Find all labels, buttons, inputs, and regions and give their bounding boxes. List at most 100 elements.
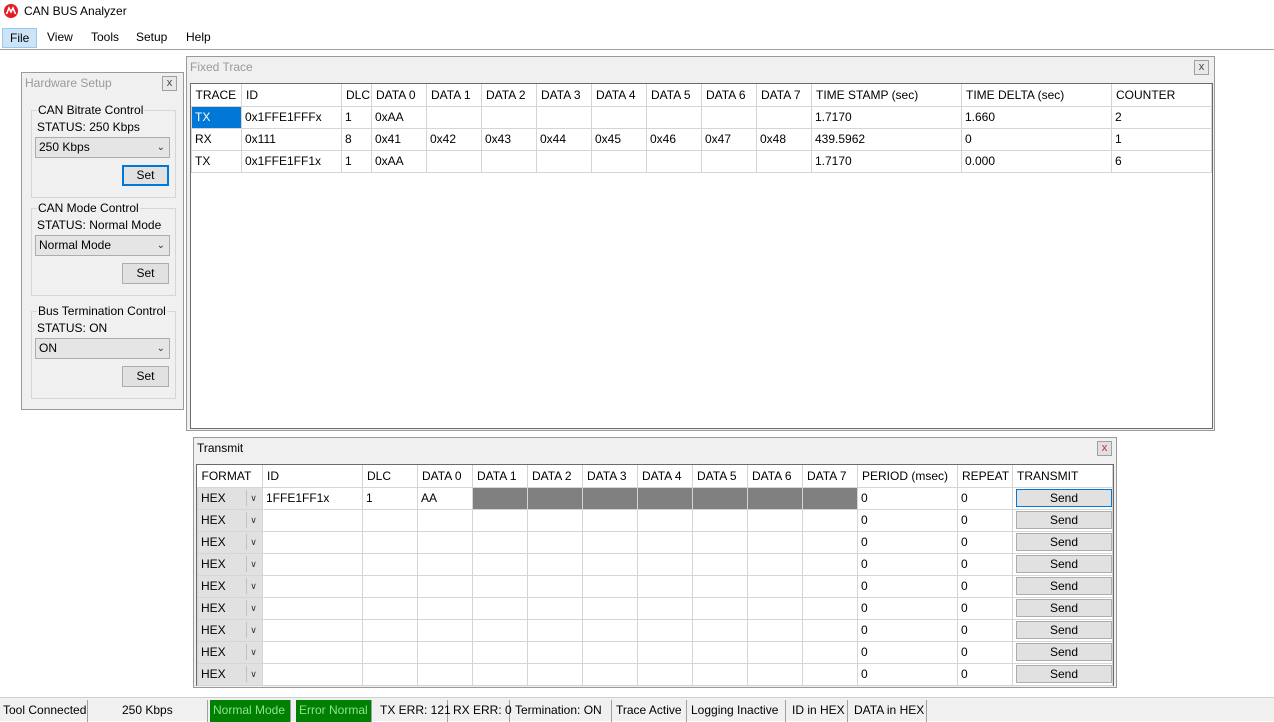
data-byte-input[interactable] [802, 640, 858, 664]
period-input[interactable]: 0 [857, 574, 958, 598]
period-input[interactable]: 0 [857, 618, 958, 642]
data-byte-input[interactable] [747, 640, 803, 664]
mode-set-button[interactable]: Set [122, 263, 169, 284]
period-input[interactable]: 0 [857, 662, 958, 686]
data-byte-input[interactable] [582, 640, 638, 664]
data-byte-input[interactable] [527, 662, 583, 686]
data-byte-input[interactable] [802, 574, 858, 598]
repeat-input[interactable]: 0 [957, 640, 1013, 664]
data-byte-input[interactable] [802, 662, 858, 686]
data-byte-input[interactable] [747, 596, 803, 620]
menu-help[interactable]: Help [179, 28, 218, 48]
data-byte-input[interactable] [692, 618, 748, 642]
format-select[interactable]: HEX ∨ [197, 640, 263, 664]
trace-column-header[interactable]: DATA 1 [426, 84, 482, 106]
dlc-input[interactable] [362, 552, 418, 576]
dlc-input[interactable] [362, 618, 418, 642]
period-input[interactable]: 0 [857, 486, 958, 510]
trace-table[interactable]: TRACE ID DLC DATA 0 DATA 1 DATA 2 DATA 3 DATA 4… [190, 83, 1213, 429]
data-byte-input[interactable] [417, 662, 473, 686]
data-byte-input[interactable] [692, 574, 748, 598]
data-byte-input[interactable] [802, 486, 858, 510]
data-byte-input[interactable] [582, 486, 638, 510]
data-byte-input[interactable] [417, 508, 473, 532]
trace-column-header[interactable]: ID [241, 84, 342, 106]
trace-column-header[interactable]: DATA 0 [371, 84, 427, 106]
id-input[interactable] [262, 640, 363, 664]
data-byte-input[interactable] [747, 486, 803, 510]
data-byte-input[interactable] [747, 574, 803, 598]
trace-column-header[interactable]: TIME STAMP (sec) [811, 84, 962, 106]
format-select[interactable]: HEX ∨ [197, 552, 263, 576]
data-byte-input[interactable] [692, 508, 748, 532]
dlc-input[interactable] [362, 662, 418, 686]
data-byte-input[interactable] [692, 530, 748, 554]
data-byte-input[interactable] [582, 618, 638, 642]
data-byte-input[interactable] [692, 640, 748, 664]
menu-setup[interactable]: Setup [129, 28, 174, 48]
trace-column-header[interactable]: DATA 7 [756, 84, 812, 106]
data-byte-input[interactable] [637, 640, 693, 664]
data-byte-input[interactable] [527, 596, 583, 620]
data-byte-input[interactable] [692, 662, 748, 686]
repeat-input[interactable]: 0 [957, 530, 1013, 554]
data-byte-input[interactable] [582, 574, 638, 598]
repeat-input[interactable]: 0 [957, 508, 1013, 532]
id-input[interactable] [262, 662, 363, 686]
send-button[interactable]: Send [1016, 643, 1112, 661]
format-select[interactable]: HEX ∨ [197, 574, 263, 598]
trace-column-header[interactable]: DATA 6 [701, 84, 757, 106]
data-byte-input[interactable] [637, 530, 693, 554]
data-byte-input[interactable] [637, 596, 693, 620]
trace-column-header[interactable]: TRACE [191, 84, 242, 106]
format-select[interactable]: HEX ∨ [197, 618, 263, 642]
data-byte-input[interactable] [747, 508, 803, 532]
bitrate-set-button[interactable]: Set [122, 165, 169, 186]
menu-file[interactable]: File [2, 28, 38, 48]
data-byte-input[interactable] [527, 486, 583, 510]
close-icon[interactable]: x [1194, 60, 1209, 75]
trace-row[interactable]: TX 0x1FFE1FF1x 1 0xAA 1.7170 0.000 6 [191, 149, 1212, 173]
data-byte-input[interactable] [802, 508, 858, 532]
data-byte-input[interactable]: AA [417, 486, 473, 510]
data-byte-input[interactable] [417, 596, 473, 620]
repeat-input[interactable]: 0 [957, 662, 1013, 686]
transmit-table[interactable]: FORMAT ID DLC DATA 0 DATA 1 DATA 2 DATA 3 DATA … [196, 464, 1114, 686]
menu-view[interactable]: View [40, 28, 80, 48]
dlc-input[interactable]: 1 [362, 486, 418, 510]
data-byte-input[interactable] [527, 530, 583, 554]
data-byte-input[interactable] [692, 552, 748, 576]
data-byte-input[interactable] [472, 574, 528, 598]
data-byte-input[interactable] [472, 552, 528, 576]
id-input[interactable] [262, 596, 363, 620]
data-byte-input[interactable] [802, 596, 858, 620]
data-byte-input[interactable] [747, 662, 803, 686]
send-button[interactable]: Send [1016, 577, 1112, 595]
repeat-input[interactable]: 0 [957, 618, 1013, 642]
period-input[interactable]: 0 [857, 508, 958, 532]
format-select[interactable]: HEX ∨ [197, 508, 263, 532]
format-select[interactable]: HEX ∨ [197, 486, 263, 510]
trace-column-header[interactable]: TIME DELTA (sec) [961, 84, 1112, 106]
repeat-input[interactable]: 0 [957, 574, 1013, 598]
close-icon[interactable]: x [162, 76, 177, 91]
data-byte-input[interactable] [747, 530, 803, 554]
repeat-input[interactable]: 0 [957, 596, 1013, 620]
data-byte-input[interactable] [802, 618, 858, 642]
send-button[interactable]: Send [1016, 599, 1112, 617]
data-byte-input[interactable] [417, 552, 473, 576]
send-button[interactable]: Send [1016, 511, 1112, 529]
data-byte-input[interactable] [637, 662, 693, 686]
id-input[interactable] [262, 530, 363, 554]
data-byte-input[interactable] [637, 486, 693, 510]
data-byte-input[interactable] [637, 574, 693, 598]
data-byte-input[interactable] [747, 552, 803, 576]
data-byte-input[interactable] [637, 508, 693, 532]
id-input[interactable] [262, 508, 363, 532]
close-icon[interactable]: x [1097, 441, 1112, 456]
dlc-input[interactable] [362, 640, 418, 664]
data-byte-input[interactable] [582, 596, 638, 620]
send-button[interactable]: Send [1016, 489, 1112, 507]
data-byte-input[interactable] [527, 618, 583, 642]
data-byte-input[interactable] [472, 640, 528, 664]
